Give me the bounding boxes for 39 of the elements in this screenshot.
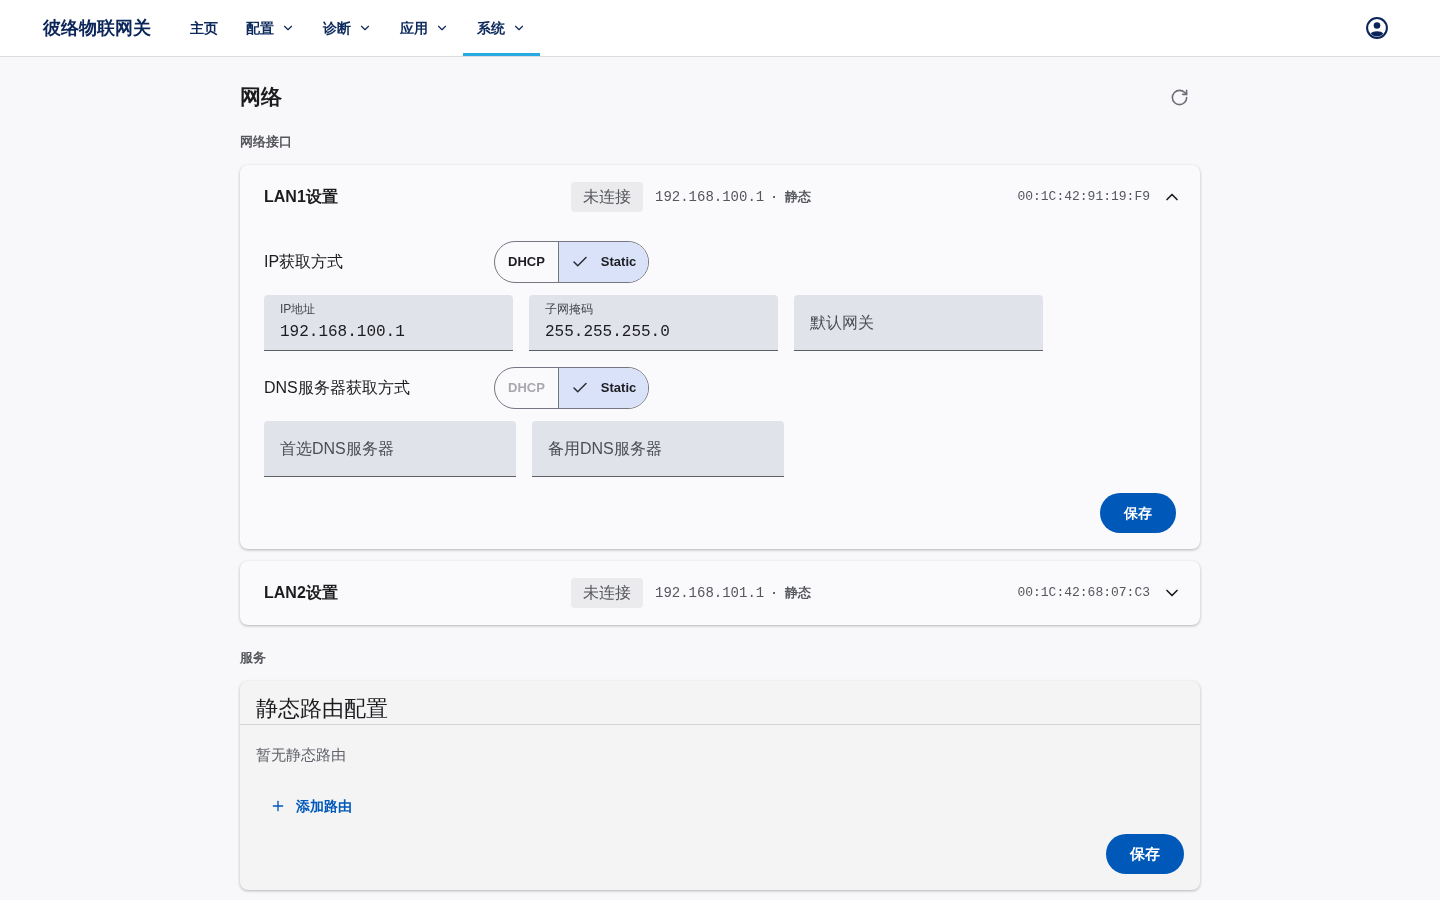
card-title: 静态路由配置 — [256, 695, 388, 723]
segment-option[interactable]: DHCP — [495, 242, 558, 282]
nav-tab[interactable]: 主页 — [176, 0, 232, 56]
interface-name: LAN1设置 — [264, 187, 338, 207]
input-field[interactable]: 备用DNS服务器 — [532, 421, 784, 477]
field-label: IP地址 — [280, 301, 316, 317]
input-field[interactable]: 首选DNS服务器 — [264, 421, 516, 477]
field-label: DNS服务器获取方式 — [264, 379, 410, 396]
ip-address-text: 192.168.100.1 — [655, 187, 765, 207]
interface-name: LAN2设置 — [264, 583, 338, 603]
plus-icon — [270, 798, 286, 814]
segment-option[interactable]: Static — [557, 242, 649, 282]
section-label: 网络接口 — [240, 133, 292, 151]
segment-option[interactable]: Static — [557, 368, 649, 408]
mode-text: 静态 — [784, 188, 811, 207]
user-account-icon[interactable] — [1366, 17, 1388, 39]
nav-tab[interactable]: 系统 — [463, 0, 540, 56]
add-route-button[interactable]: 添加路由 — [256, 788, 360, 824]
field-label: IP获取方式 — [264, 253, 344, 270]
ip-address-text: 192.168.101.1 — [655, 583, 765, 603]
status-chip: 未连接 — [571, 578, 643, 608]
nav-tab[interactable]: 配置 — [232, 0, 309, 56]
nav-tab[interactable]: 应用 — [386, 0, 463, 56]
save-button[interactable]: 保存 — [1106, 834, 1184, 874]
refresh-icon[interactable] — [1170, 87, 1189, 107]
save-button[interactable]: 保存 — [1100, 493, 1176, 533]
input-field[interactable]: 默认网关 — [794, 295, 1043, 351]
section-label: 服务 — [240, 649, 266, 667]
field-label: 子网掩码 — [545, 301, 593, 317]
page-title: 网络 — [240, 84, 282, 111]
separator-dot: · — [772, 188, 777, 207]
mac-address-text: 00:1C:42:68:07:C3 — [1017, 584, 1150, 603]
separator-dot: · — [772, 584, 777, 603]
brand-title: 彼络物联网关 — [43, 16, 151, 40]
empty-state-text: 暂无静态路由 — [256, 745, 346, 765]
status-chip: 未连接 — [571, 182, 643, 212]
nav-tab[interactable]: 诊断 — [309, 0, 386, 56]
mode-text: 静态 — [784, 584, 811, 603]
mac-address-text: 00:1C:42:91:19:F9 — [1017, 188, 1150, 207]
